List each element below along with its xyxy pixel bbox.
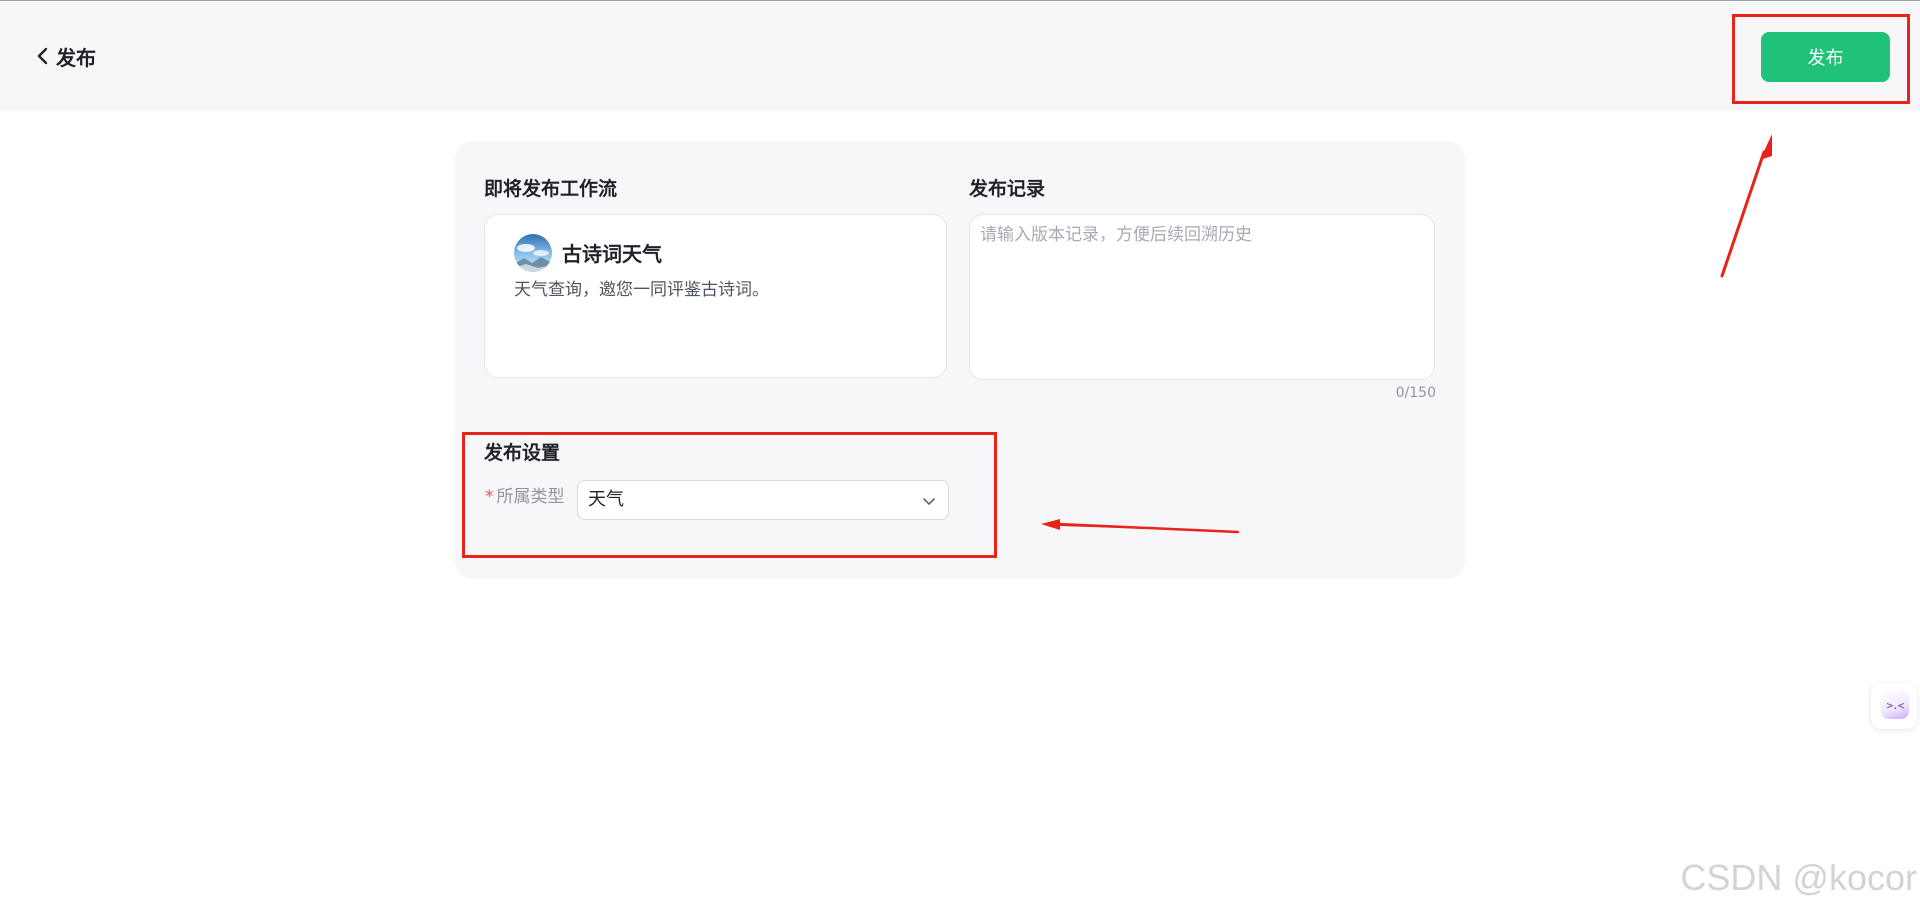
workflow-name: 古诗词天气 <box>562 242 662 266</box>
workflow-section-title: 即将发布工作流 <box>484 178 618 200</box>
annotation-arrow-up <box>1720 134 1772 278</box>
version-record-input[interactable] <box>969 214 1435 380</box>
chevron-left-icon <box>37 47 48 65</box>
sky-landscape-icon <box>514 234 552 272</box>
type-label-text: 所属类型 <box>496 487 565 507</box>
settings-section-title: 发布设置 <box>484 442 561 464</box>
assistant-face-icon: >.< <box>1881 691 1909 719</box>
workflow-description: 天气查询，邀您一同评鉴古诗词。 <box>514 280 769 300</box>
publish-card: 即将发布工作流 发布记录 古诗词天气 天气查询，邀您一同评鉴古诗词。 请输入版本… <box>455 141 1465 579</box>
publish-button[interactable]: 发布 <box>1761 32 1890 82</box>
type-field-label: * 所属类型 <box>485 486 565 508</box>
character-counter: 0/150 <box>1395 385 1436 401</box>
record-section-title: 发布记录 <box>969 178 1046 200</box>
type-selected-value: 天气 <box>588 489 624 510</box>
required-asterisk: * <box>485 487 494 507</box>
page-title: 发布 <box>56 45 96 70</box>
back-button[interactable]: 发布 <box>36 41 96 71</box>
workflow-avatar <box>514 234 552 272</box>
type-select[interactable]: 天气 <box>577 480 949 520</box>
workflow-card: 古诗词天气 天气查询，邀您一同评鉴古诗词。 <box>484 214 947 378</box>
page-header: 发布 发布 <box>0 1 1920 111</box>
watermark: CSDN @kocor <box>1680 857 1917 898</box>
floating-assistant-button[interactable]: >.< <box>1871 683 1917 729</box>
chevron-down-icon <box>923 498 935 505</box>
